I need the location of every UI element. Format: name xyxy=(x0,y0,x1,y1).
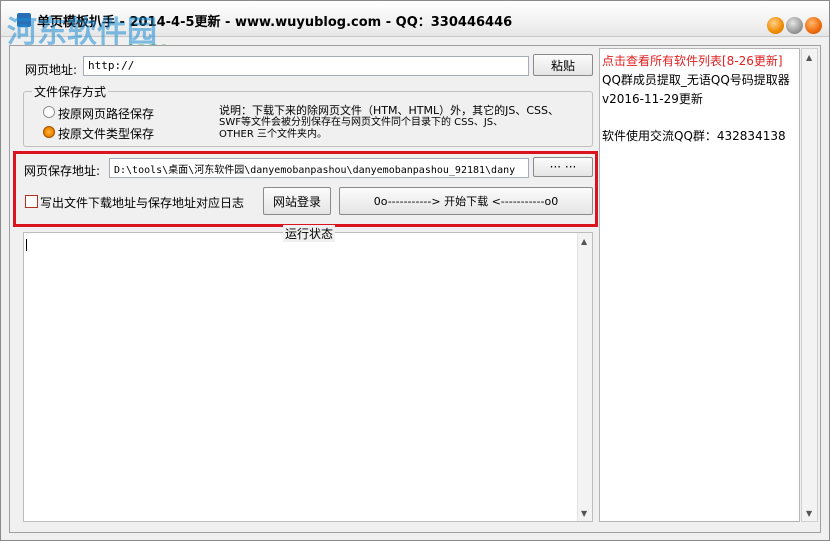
log-checkbox[interactable] xyxy=(25,195,38,208)
maximize-button[interactable] xyxy=(786,17,803,34)
radio-save-by-type-label[interactable]: 按原文件类型保存 xyxy=(58,125,154,142)
scroll-down-icon[interactable]: ▼ xyxy=(581,509,587,518)
info-panel-scrollbar[interactable]: ▲ ▼ xyxy=(801,48,818,522)
save-mode-group-title: 文件保存方式 xyxy=(32,83,109,100)
status-log-area[interactable] xyxy=(23,232,593,522)
radio-save-by-path-label[interactable]: 按原网页路径保存 xyxy=(58,105,154,122)
save-path-label: 网页保存地址: xyxy=(24,164,101,178)
url-label: 网页地址: xyxy=(25,63,78,77)
text-cursor xyxy=(26,239,27,251)
url-input[interactable]: http:// xyxy=(83,56,529,76)
save-mode-description-2: SWF等文件会被分别保存在与网页文件同个目录下的 CSS、JS、 xyxy=(219,117,504,128)
info-panel: 点击查看所有软件列表[8-26更新] QQ群成员提取_无语QQ号码提取器 v20… xyxy=(599,48,800,522)
scroll-up-icon[interactable]: ▲ xyxy=(806,53,812,62)
info-line-qq-extractor: QQ群成员提取_无语QQ号码提取器 xyxy=(602,73,790,87)
save-path-input[interactable]: D:\tools\桌面\河东软件园\danyemobanpashou\danye… xyxy=(109,158,529,178)
software-list-link[interactable]: 点击查看所有软件列表[8-26更新] xyxy=(602,52,783,69)
title-bar: 单页模板扒手 - 2014-4-5更新 - www.wuyublog.com -… xyxy=(1,1,829,50)
info-line-version: v2016-11-29更新 xyxy=(602,92,703,106)
save-mode-description-3: OTHER 三个文件夹内。 xyxy=(219,129,327,140)
save-mode-description-1: 说明：下载下来的除网页文件（HTM、HTML）外，其它的JS、CSS、 xyxy=(219,104,559,117)
close-button[interactable] xyxy=(805,17,822,34)
log-checkbox-label[interactable]: 写出文件下载地址与保存地址对应日志 xyxy=(40,194,244,211)
minimize-button[interactable] xyxy=(767,17,784,34)
app-window: 单页模板扒手 - 2014-4-5更新 - www.wuyublog.com -… xyxy=(0,0,830,541)
scroll-down-icon[interactable]: ▼ xyxy=(806,509,812,518)
scroll-up-icon[interactable]: ▲ xyxy=(581,237,587,246)
radio-save-by-path[interactable] xyxy=(43,106,55,118)
info-line-qq-group: 软件使用交流QQ群：432834138 xyxy=(602,129,786,143)
browse-button[interactable]: ··· ··· xyxy=(533,157,593,177)
status-group-title: 运行状态 xyxy=(283,225,336,242)
start-download-button[interactable]: 0o-----------> 开始下载 <-----------o0 xyxy=(339,187,593,215)
status-scrollbar[interactable]: ▲ ▼ xyxy=(577,233,592,521)
paste-button[interactable]: 粘贴 xyxy=(533,54,593,76)
site-login-button[interactable]: 网站登录 xyxy=(263,187,331,215)
radio-save-by-type[interactable] xyxy=(43,126,55,138)
